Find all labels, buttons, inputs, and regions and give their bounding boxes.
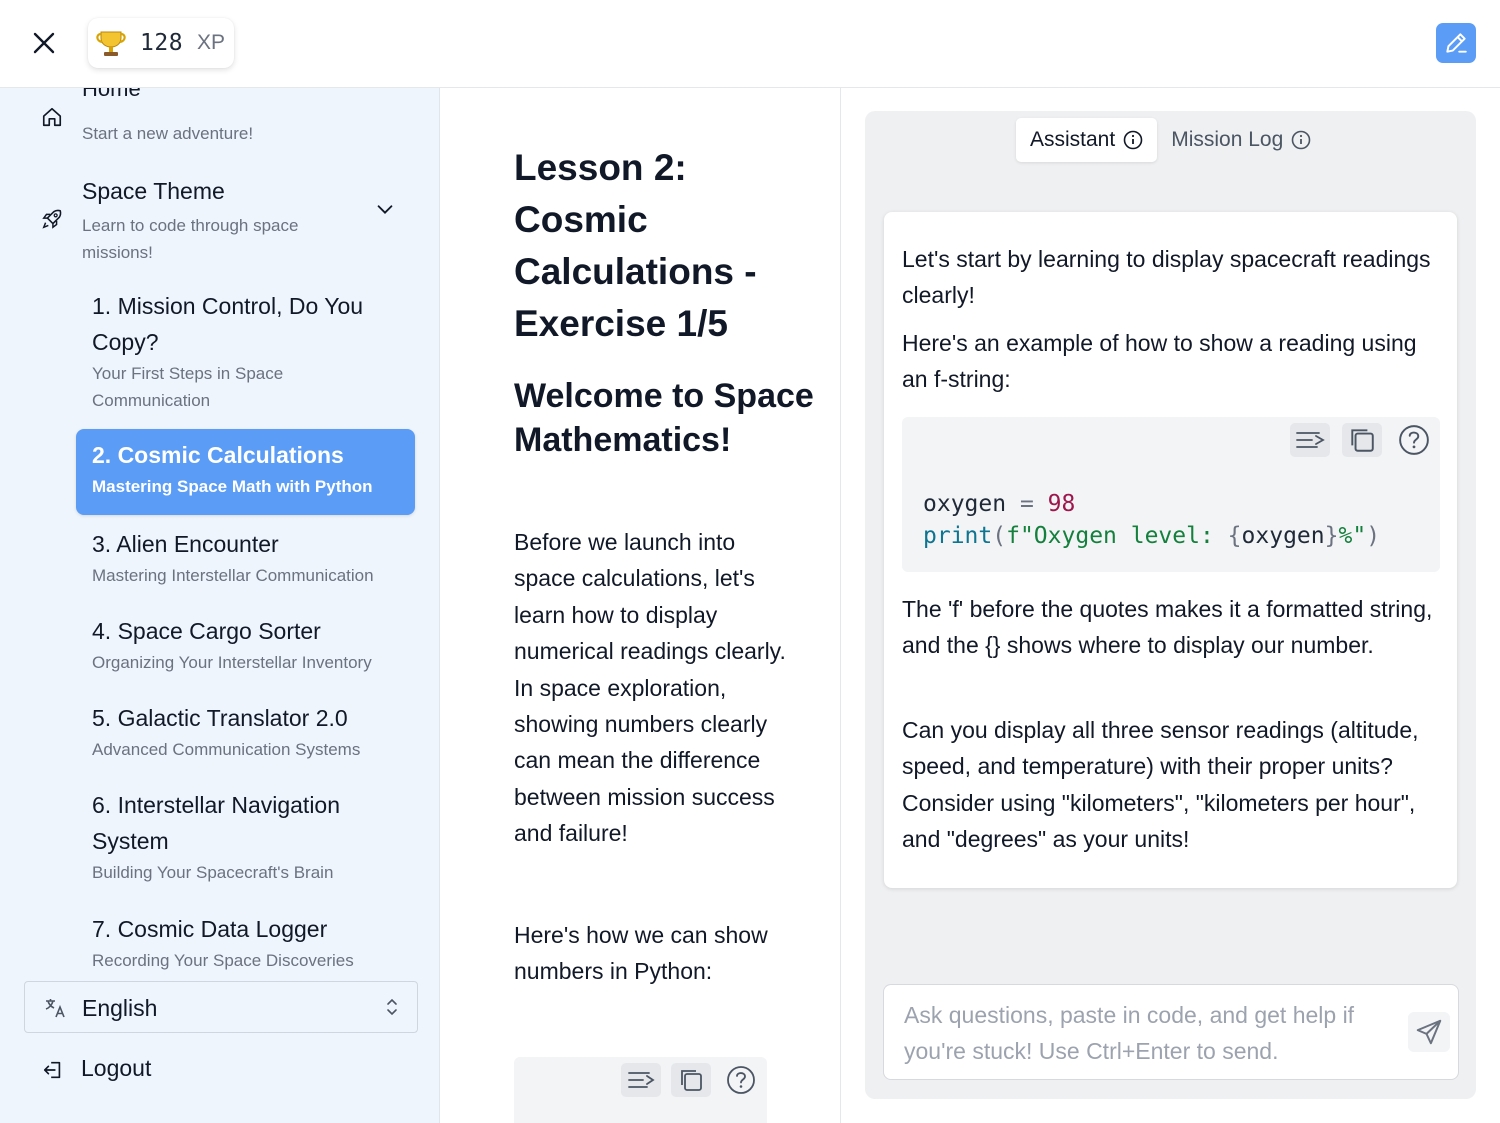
assistant-panel: Assistant Mission Log Let's start by lea… bbox=[865, 111, 1476, 1099]
wrap-icon bbox=[628, 1072, 655, 1088]
chat-input[interactable] bbox=[904, 997, 1384, 1071]
sidebar-item-home[interactable]: Home Start a new adventure! bbox=[0, 88, 439, 156]
code-token: ) bbox=[1366, 523, 1381, 549]
message-paragraph: Let's start by learning to display space… bbox=[902, 246, 1431, 309]
code-content: oxygen = 98 print(f"Oxygen level: {oxyge… bbox=[923, 488, 1380, 552]
code-block: oxygen = 98 print(f"Oxygen level: {oxyge… bbox=[902, 417, 1440, 572]
wrap-button[interactable] bbox=[1290, 423, 1330, 457]
logout-button[interactable]: Logout bbox=[24, 1050, 418, 1090]
close-icon bbox=[33, 32, 55, 54]
lesson-content: Lesson 2: Cosmic Calculations - Exercise… bbox=[441, 88, 841, 1123]
tab-assistant[interactable]: Assistant bbox=[1016, 118, 1158, 162]
tab-label: Mission Log bbox=[1171, 128, 1284, 151]
code-token: f"Oxygen level: bbox=[1006, 523, 1228, 549]
info-icon bbox=[1123, 130, 1143, 150]
lesson-subtitle: Building Your Spacecraft's Brain bbox=[92, 863, 334, 882]
sidebar-lesson-7[interactable]: 7. Cosmic Data Logger Recording Your Spa… bbox=[76, 911, 415, 974]
lesson-title: Lesson 2: Cosmic Calculations - Exercise… bbox=[514, 147, 757, 344]
lesson-title: 2. Cosmic Calculations bbox=[92, 442, 344, 468]
sidebar-lesson-2[interactable]: 2. Cosmic Calculations Mastering Space M… bbox=[76, 429, 415, 515]
send-icon bbox=[1416, 1019, 1442, 1045]
copy-button[interactable] bbox=[671, 1063, 711, 1097]
tab-label: Assistant bbox=[1030, 128, 1116, 151]
code-token: } bbox=[1324, 523, 1339, 549]
code-token: print bbox=[923, 523, 993, 549]
trophy-icon bbox=[94, 26, 128, 60]
lesson-title: 5. Galactic Translator 2.0 bbox=[92, 705, 348, 731]
lesson-subtitle: Advanced Communication Systems bbox=[92, 740, 361, 759]
lesson-subtitle: Mastering Interstellar Communication bbox=[92, 566, 374, 585]
sidebar-item-subtitle: Start a new adventure! bbox=[82, 124, 254, 143]
code-token: oxygen bbox=[1241, 523, 1325, 549]
language-select[interactable]: English bbox=[24, 981, 418, 1033]
language-label: English bbox=[82, 995, 158, 1021]
wrap-icon bbox=[1296, 432, 1325, 448]
sidebar: Home Start a new adventure! Space Theme … bbox=[0, 88, 440, 1123]
sidebar-lesson-5[interactable]: 5. Galactic Translator 2.0 Advanced Comm… bbox=[76, 700, 415, 763]
help-icon bbox=[1399, 425, 1429, 455]
lesson-title: 7. Cosmic Data Logger bbox=[92, 916, 328, 942]
top-bar: 128 XP bbox=[0, 0, 1500, 88]
copy-icon bbox=[681, 1070, 702, 1091]
message-paragraph: The 'f' before the quotes makes it a for… bbox=[902, 596, 1433, 659]
theme-title: Space Theme bbox=[82, 178, 225, 204]
theme-subtitle: Learn to code through space missions! bbox=[82, 216, 299, 262]
sidebar-lesson-4[interactable]: 4. Space Cargo Sorter Organizing Your In… bbox=[76, 613, 415, 676]
lesson-subtitle: Your First Steps in Space Communication bbox=[92, 364, 284, 410]
help-button[interactable] bbox=[1394, 423, 1434, 457]
xp-unit: XP bbox=[197, 31, 226, 54]
xp-value: 128 bbox=[140, 30, 184, 56]
edit-button[interactable] bbox=[1436, 23, 1476, 63]
code-block bbox=[514, 1057, 767, 1123]
sidebar-item-label: Home bbox=[82, 88, 141, 101]
logout-icon bbox=[43, 1061, 61, 1079]
lesson-title: 1. Mission Control, Do You Copy? bbox=[92, 293, 364, 355]
xp-counter: 128 XP bbox=[88, 18, 234, 68]
help-button[interactable] bbox=[721, 1063, 761, 1097]
message-paragraph: Here's an example of how to show a readi… bbox=[902, 330, 1417, 393]
close-button[interactable] bbox=[28, 27, 60, 59]
assistant-tabs: Assistant Mission Log bbox=[1016, 118, 1325, 162]
code-token: ( bbox=[992, 523, 1007, 549]
code-token: %" bbox=[1338, 523, 1367, 549]
lesson-heading: Welcome to Space Mathematics! bbox=[514, 377, 814, 459]
lesson-subtitle: Organizing Your Interstellar Inventory bbox=[92, 653, 372, 672]
updown-icon bbox=[387, 998, 397, 1016]
code-toolbar bbox=[621, 1063, 761, 1097]
theme-selector[interactable]: Space Theme Learn to code through space … bbox=[0, 176, 439, 271]
edit-icon bbox=[1446, 33, 1467, 53]
chat-input-box bbox=[883, 984, 1459, 1080]
message-paragraph: Can you display all three sensor reading… bbox=[902, 717, 1419, 853]
translate-icon bbox=[45, 999, 65, 1018]
lesson-subtitle: Mastering Space Math with Python bbox=[92, 477, 373, 496]
help-icon bbox=[727, 1066, 755, 1094]
lesson-title: 4. Space Cargo Sorter bbox=[92, 618, 321, 644]
code-token: { bbox=[1227, 523, 1242, 549]
lesson-title: 3. Alien Encounter bbox=[92, 531, 279, 557]
lesson-subtitle: Recording Your Space Discoveries bbox=[92, 951, 354, 970]
copy-icon bbox=[1351, 429, 1374, 452]
lesson-title: 6. Interstellar Navigation System bbox=[92, 792, 341, 854]
logout-label: Logout bbox=[81, 1055, 152, 1081]
sidebar-lesson-1[interactable]: 1. Mission Control, Do You Copy? Your Fi… bbox=[76, 288, 415, 414]
code-token: oxygen bbox=[923, 491, 1007, 517]
info-icon bbox=[1291, 130, 1311, 150]
sidebar-lesson-6[interactable]: 6. Interstellar Navigation System Buildi… bbox=[76, 787, 415, 886]
rocket-icon bbox=[42, 209, 62, 229]
wrap-button[interactable] bbox=[621, 1063, 661, 1097]
sidebar-lesson-3[interactable]: 3. Alien Encounter Mastering Interstella… bbox=[76, 526, 415, 589]
code-token: = bbox=[1019, 491, 1034, 517]
send-button[interactable] bbox=[1408, 1012, 1450, 1052]
assistant-message: Let's start by learning to display space… bbox=[884, 212, 1457, 888]
copy-button[interactable] bbox=[1342, 423, 1382, 457]
lesson-paragraph: Before we launch into space calculations… bbox=[514, 529, 786, 847]
home-icon bbox=[42, 107, 62, 127]
code-token: 98 bbox=[1047, 491, 1076, 517]
tab-mission-log[interactable]: Mission Log bbox=[1157, 118, 1325, 162]
lesson-paragraph: Here's how we can show numbers in Python… bbox=[514, 922, 768, 985]
code-toolbar bbox=[1290, 423, 1434, 457]
chevron-down-icon bbox=[377, 205, 393, 214]
